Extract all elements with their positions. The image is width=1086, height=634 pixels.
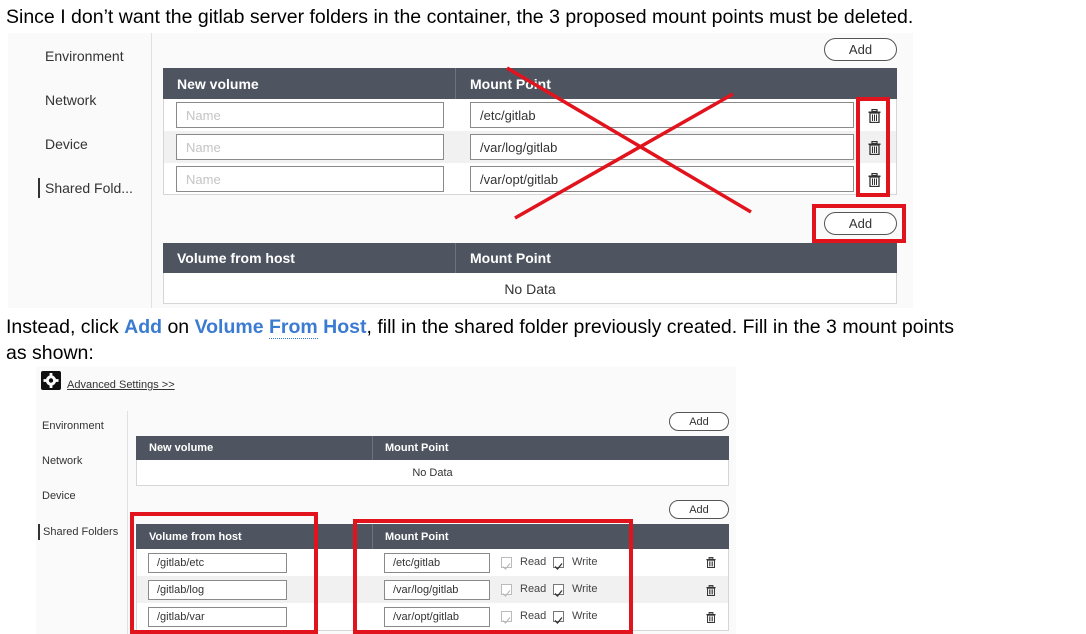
header-separator [372, 436, 373, 460]
trash-highlight-box [856, 97, 890, 197]
advanced-settings-link[interactable]: Advanced Settings >> [67, 379, 175, 391]
nav-device[interactable]: Device [45, 136, 88, 152]
nav-device[interactable]: Device [42, 490, 76, 502]
caption-from-highlight: From [268, 316, 318, 339]
header-new-volume: New volume [149, 442, 214, 454]
header-separator [455, 243, 456, 273]
header-separator [455, 68, 456, 99]
volume-name-input[interactable]: Name [176, 166, 444, 192]
mount-column-highlight-box [353, 519, 633, 634]
caption-add-highlight: Add [124, 316, 163, 338]
volume-name-input[interactable]: Name [176, 102, 444, 128]
new-volume-table-header: New volume Mount Point [136, 436, 729, 460]
caption-volume-highlight: Volume [194, 316, 264, 338]
header-mount-point: Mount Point [470, 250, 551, 266]
add-volume-from-host-button[interactable]: Add [669, 500, 729, 519]
trash-icon[interactable] [706, 585, 716, 596]
trash-icon[interactable] [706, 612, 716, 623]
nav-environment[interactable]: Environment [42, 420, 104, 432]
sidebar-divider [151, 33, 152, 308]
caption-line-2: Instead, click Add on Volume From Host, … [6, 316, 954, 339]
add-highlight-box [812, 204, 906, 243]
host-column-highlight-box [130, 512, 318, 634]
nav-network[interactable]: Network [42, 455, 82, 467]
header-volume-from-host: Volume from host [177, 250, 295, 266]
gear-icon[interactable] [41, 371, 61, 390]
caption-text: , fill in the shared folder previously c… [366, 316, 954, 338]
header-mount-point: Mount Point [385, 442, 449, 454]
trash-icon[interactable] [706, 557, 716, 568]
nav-shared-folders[interactable]: Shared Folders [38, 524, 118, 540]
caption-line-1: Since I don’t want the gitlab server fol… [6, 6, 914, 28]
host-volume-table-header: Volume from host Mount Point [163, 243, 897, 273]
caption-text: Instead, click [6, 316, 125, 338]
no-data-text: No Data [412, 467, 453, 479]
nav-environment[interactable]: Environment [45, 48, 124, 64]
red-cross-annotation [506, 66, 752, 220]
sidebar-divider [127, 411, 128, 634]
header-new-volume: New volume [177, 75, 259, 92]
add-new-volume-button[interactable]: Add [824, 38, 897, 61]
no-data-text: No Data [504, 281, 556, 297]
add-new-volume-button[interactable]: Add [669, 412, 729, 431]
caption-line-3: as shown: [6, 342, 94, 364]
nav-shared-folders[interactable]: Shared Fold... [38, 178, 133, 198]
caption-host-highlight: Host [323, 316, 367, 338]
caption-text: on [162, 316, 195, 338]
nav-network[interactable]: Network [45, 92, 96, 108]
volume-name-input[interactable]: Name [176, 134, 444, 160]
